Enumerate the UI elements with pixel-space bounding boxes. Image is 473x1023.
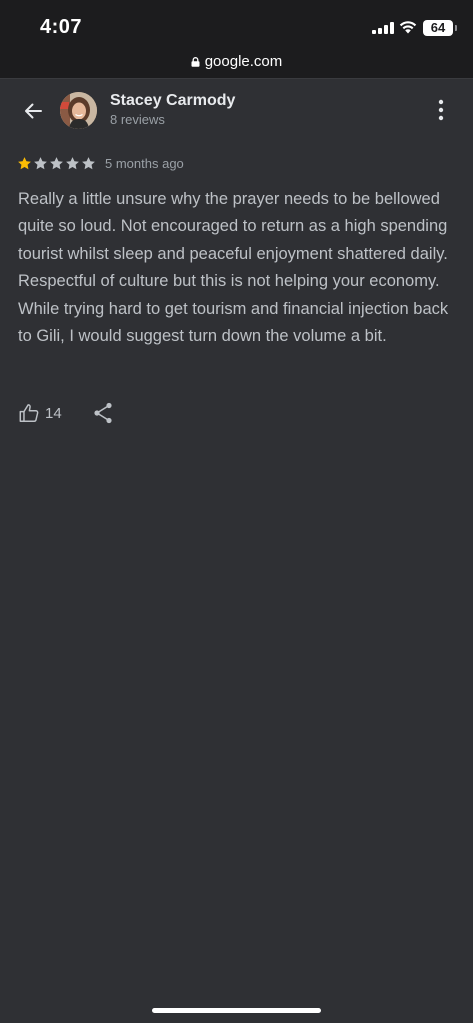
- author-review-count: 8 reviews: [110, 112, 165, 127]
- star-empty-icon: [50, 156, 63, 169]
- like-button[interactable]: 14: [18, 400, 62, 426]
- share-icon: [94, 402, 112, 424]
- battery-icon: 64: [423, 20, 453, 36]
- url-text: google.com: [204, 53, 283, 70]
- browser-url-bar[interactable]: google.com: [0, 48, 473, 79]
- review-date: 5 months ago: [105, 155, 184, 171]
- avatar-photo: [60, 92, 97, 129]
- wifi-icon: [399, 21, 417, 34]
- back-button[interactable]: [18, 96, 48, 126]
- share-button[interactable]: [92, 401, 114, 425]
- star-empty-icon: [82, 156, 95, 169]
- avatar[interactable]: [60, 92, 97, 129]
- star-rating: [17, 156, 96, 171]
- cellular-signal-icon: [372, 22, 394, 34]
- rating-row: 5 months ago: [17, 153, 184, 173]
- home-indicator[interactable]: [152, 1008, 321, 1013]
- battery-tip: [455, 25, 457, 31]
- url-display[interactable]: google.com: [0, 53, 473, 70]
- lock-icon: [191, 57, 200, 67]
- star-empty-icon: [66, 156, 79, 169]
- star-filled-icon: [18, 156, 31, 169]
- arrow-back-icon: [25, 103, 42, 119]
- status-bar: 4:07 64: [0, 0, 473, 48]
- star-empty-icon: [34, 156, 47, 169]
- review-screen: 4:07 64 google.com Stacey Carmody 8 revi…: [0, 0, 473, 1023]
- more-options-button[interactable]: [430, 96, 452, 124]
- status-time: 4:07: [40, 16, 83, 38]
- author-name[interactable]: Stacey Carmody: [110, 92, 235, 110]
- review-text: Really a little unsure why the prayer ne…: [18, 190, 449, 346]
- more-vert-icon: [438, 99, 444, 121]
- like-count: 14: [45, 404, 62, 422]
- thumb-up-icon: [19, 404, 39, 422]
